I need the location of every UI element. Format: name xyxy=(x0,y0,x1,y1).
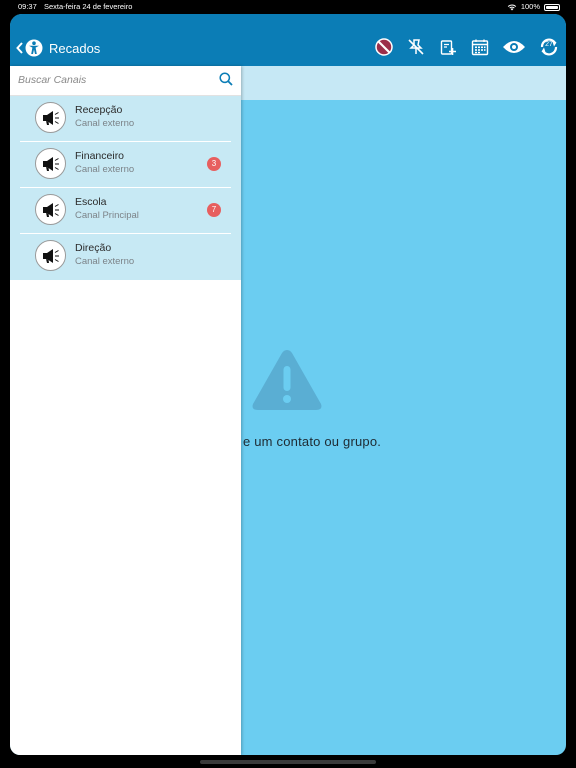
unread-badge: 3 xyxy=(207,157,221,171)
refresh-count: 27 xyxy=(545,41,553,48)
page-title: Recados xyxy=(49,40,101,56)
avatar xyxy=(35,194,66,225)
no-messages-button[interactable] xyxy=(374,37,394,57)
megaphone-icon xyxy=(42,202,59,217)
channel-type: Canal externo xyxy=(75,118,135,129)
channel-name: Escola xyxy=(75,196,107,208)
conversation-header-bar xyxy=(241,66,566,100)
channel-item-direcao[interactable]: Direção Canal externo xyxy=(20,234,231,280)
battery-icon xyxy=(544,3,560,11)
back-button[interactable]: Recados xyxy=(16,38,100,58)
avatar xyxy=(35,240,66,271)
unpin-icon xyxy=(408,39,424,55)
megaphone-icon xyxy=(42,110,59,125)
add-note-button[interactable] xyxy=(438,37,458,57)
avatar xyxy=(35,148,66,179)
channel-search xyxy=(10,66,241,96)
battery-percent: 100% xyxy=(520,2,540,11)
channel-item-recepcao[interactable]: Recepção Canal externo xyxy=(20,96,231,142)
channel-item-financeiro[interactable]: Financeiro Canal externo 3 xyxy=(20,142,231,188)
empty-state: e um contato ou grupo. xyxy=(241,100,566,755)
megaphone-icon xyxy=(42,156,59,171)
calendar-icon xyxy=(471,39,489,56)
calendar-button[interactable] xyxy=(470,37,490,57)
channel-list: Recepção Canal externo Financeiro Canal … xyxy=(10,96,241,280)
megaphone-icon xyxy=(42,248,59,263)
no-messages-icon xyxy=(375,38,393,56)
toolbar: 27 xyxy=(374,36,560,58)
status-time: 09:37 xyxy=(18,2,37,11)
home-indicator[interactable] xyxy=(200,760,376,764)
channel-type: Canal Principal xyxy=(75,210,139,221)
search-icon[interactable] xyxy=(219,72,233,86)
eye-button[interactable] xyxy=(502,37,526,57)
channel-type: Canal externo xyxy=(75,164,135,175)
chevron-left-icon xyxy=(16,42,23,54)
channel-name: Recepção xyxy=(75,104,123,116)
app-logo-icon xyxy=(25,39,43,57)
search-input[interactable] xyxy=(18,71,208,89)
unpin-button[interactable] xyxy=(406,37,426,57)
channels-drawer: Recepção Canal externo Financeiro Canal … xyxy=(10,66,241,755)
warning-icon xyxy=(252,350,322,410)
channel-type: Canal externo xyxy=(75,256,135,267)
channel-name: Direção xyxy=(75,242,112,254)
status-right: 100% xyxy=(507,0,560,14)
wifi-icon xyxy=(507,4,517,11)
channel-name: Financeiro xyxy=(75,150,125,162)
eye-icon xyxy=(503,41,525,53)
refresh-button[interactable]: 27 xyxy=(538,36,560,58)
channel-item-escola[interactable]: Escola Canal Principal 7 xyxy=(20,188,231,234)
add-note-icon xyxy=(440,40,456,55)
app-screen: Recados 27 e um contato ou grupo. Buscar… xyxy=(10,14,566,755)
status-bar: 09:37 Sexta-feira 24 de fevereiro 100% xyxy=(0,0,576,14)
navbar: Recados 27 xyxy=(10,14,566,66)
unread-badge: 7 xyxy=(207,203,221,217)
status-date: Sexta-feira 24 de fevereiro xyxy=(44,2,133,11)
avatar xyxy=(35,102,66,133)
empty-state-message: e um contato ou grupo. xyxy=(243,434,382,449)
